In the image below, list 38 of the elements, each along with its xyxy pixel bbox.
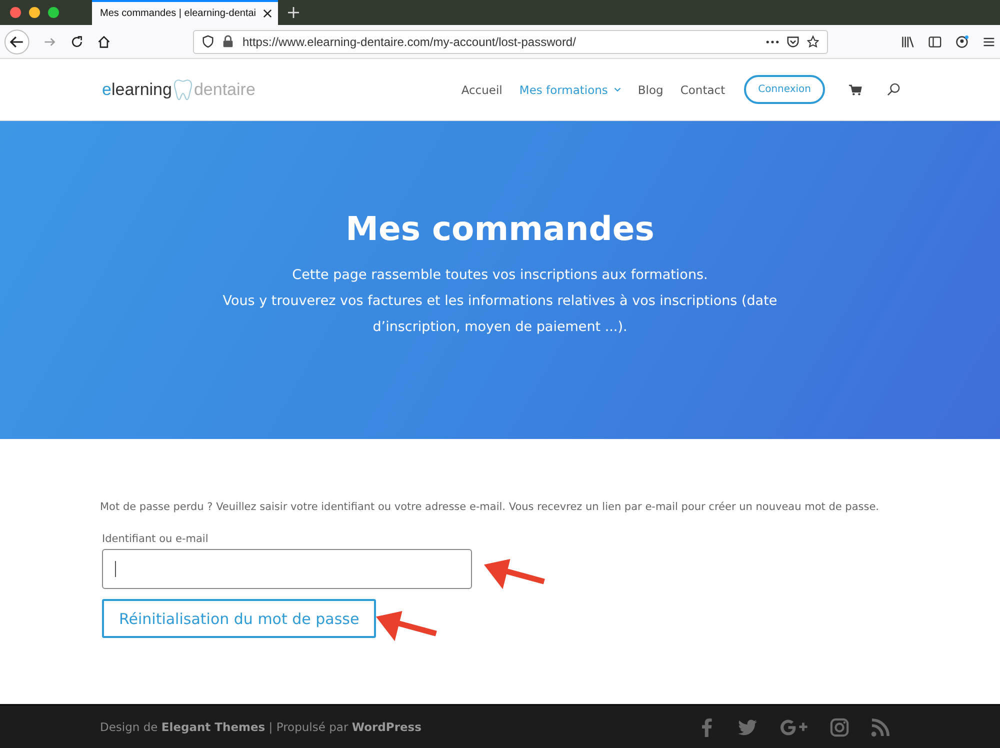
address-bar[interactable]: https://www.elearning-dentaire.com/my-account/lost-password/: [193, 30, 828, 54]
library-icon[interactable]: [901, 34, 916, 48]
rss-icon[interactable]: [871, 718, 890, 736]
field-label: Identifiant ou e-mail: [102, 533, 210, 545]
logo[interactable]: elearning dentaire: [102, 76, 256, 102]
new-tab-icon[interactable]: [288, 7, 299, 18]
url-text: https://www.elearning-dentaire.com/my-account/lost-password/: [242, 34, 577, 48]
annotation-arrow: [374, 611, 440, 643]
instagram-icon[interactable]: [830, 718, 849, 736]
hero-text: Cette page rassemble toutes vos inscriptions aux formations.: [292, 266, 708, 284]
footer-credits: Design de Elegant Themes | Propulsé par WordPress: [100, 720, 422, 734]
username-input-field[interactable]: [102, 549, 472, 589]
close-window-icon[interactable]: [10, 7, 21, 18]
pocket-icon[interactable]: [787, 35, 800, 48]
cart-icon[interactable]: [849, 84, 862, 96]
minimize-window-icon[interactable]: [29, 7, 40, 18]
google-plus-icon[interactable]: [779, 718, 808, 736]
nav-link[interactable]: Blog: [638, 82, 664, 96]
reload-icon[interactable]: [70, 34, 84, 48]
shield-icon: [202, 35, 214, 48]
lock-icon: [222, 35, 234, 48]
browser-tab[interactable]: Mes commandes | elearning-dentai: [92, 0, 278, 25]
nav-link[interactable]: Accueil: [461, 82, 502, 96]
instruction-text: Mot de passe perdu ? Veuillez saisir votre identifiant ou votre adresse e-mail. Vous recevrez un lien par e-mail pour créer un nouveau mot de passe.: [100, 501, 880, 513]
page-title: Mes commandes: [346, 208, 654, 248]
close-icon[interactable]: [263, 9, 272, 18]
maximize-window-icon[interactable]: [48, 7, 59, 18]
tooth-icon: [172, 76, 193, 102]
annotation-arrow: [482, 559, 548, 591]
nav-link[interactable]: Contact: [680, 82, 726, 96]
sidebar-icon[interactable]: [928, 34, 942, 48]
home-icon[interactable]: [96, 34, 110, 48]
twitter-icon[interactable]: [738, 718, 757, 736]
hero-text: Vous y trouverez vos factures et les informations relatives à vos inscriptions (date d’inscription, moyen de paiement ...).: [222, 292, 778, 336]
search-icon[interactable]: [887, 83, 900, 96]
more-icon[interactable]: [766, 40, 780, 44]
account-icon[interactable]: [955, 34, 970, 48]
star-icon[interactable]: [807, 35, 820, 48]
